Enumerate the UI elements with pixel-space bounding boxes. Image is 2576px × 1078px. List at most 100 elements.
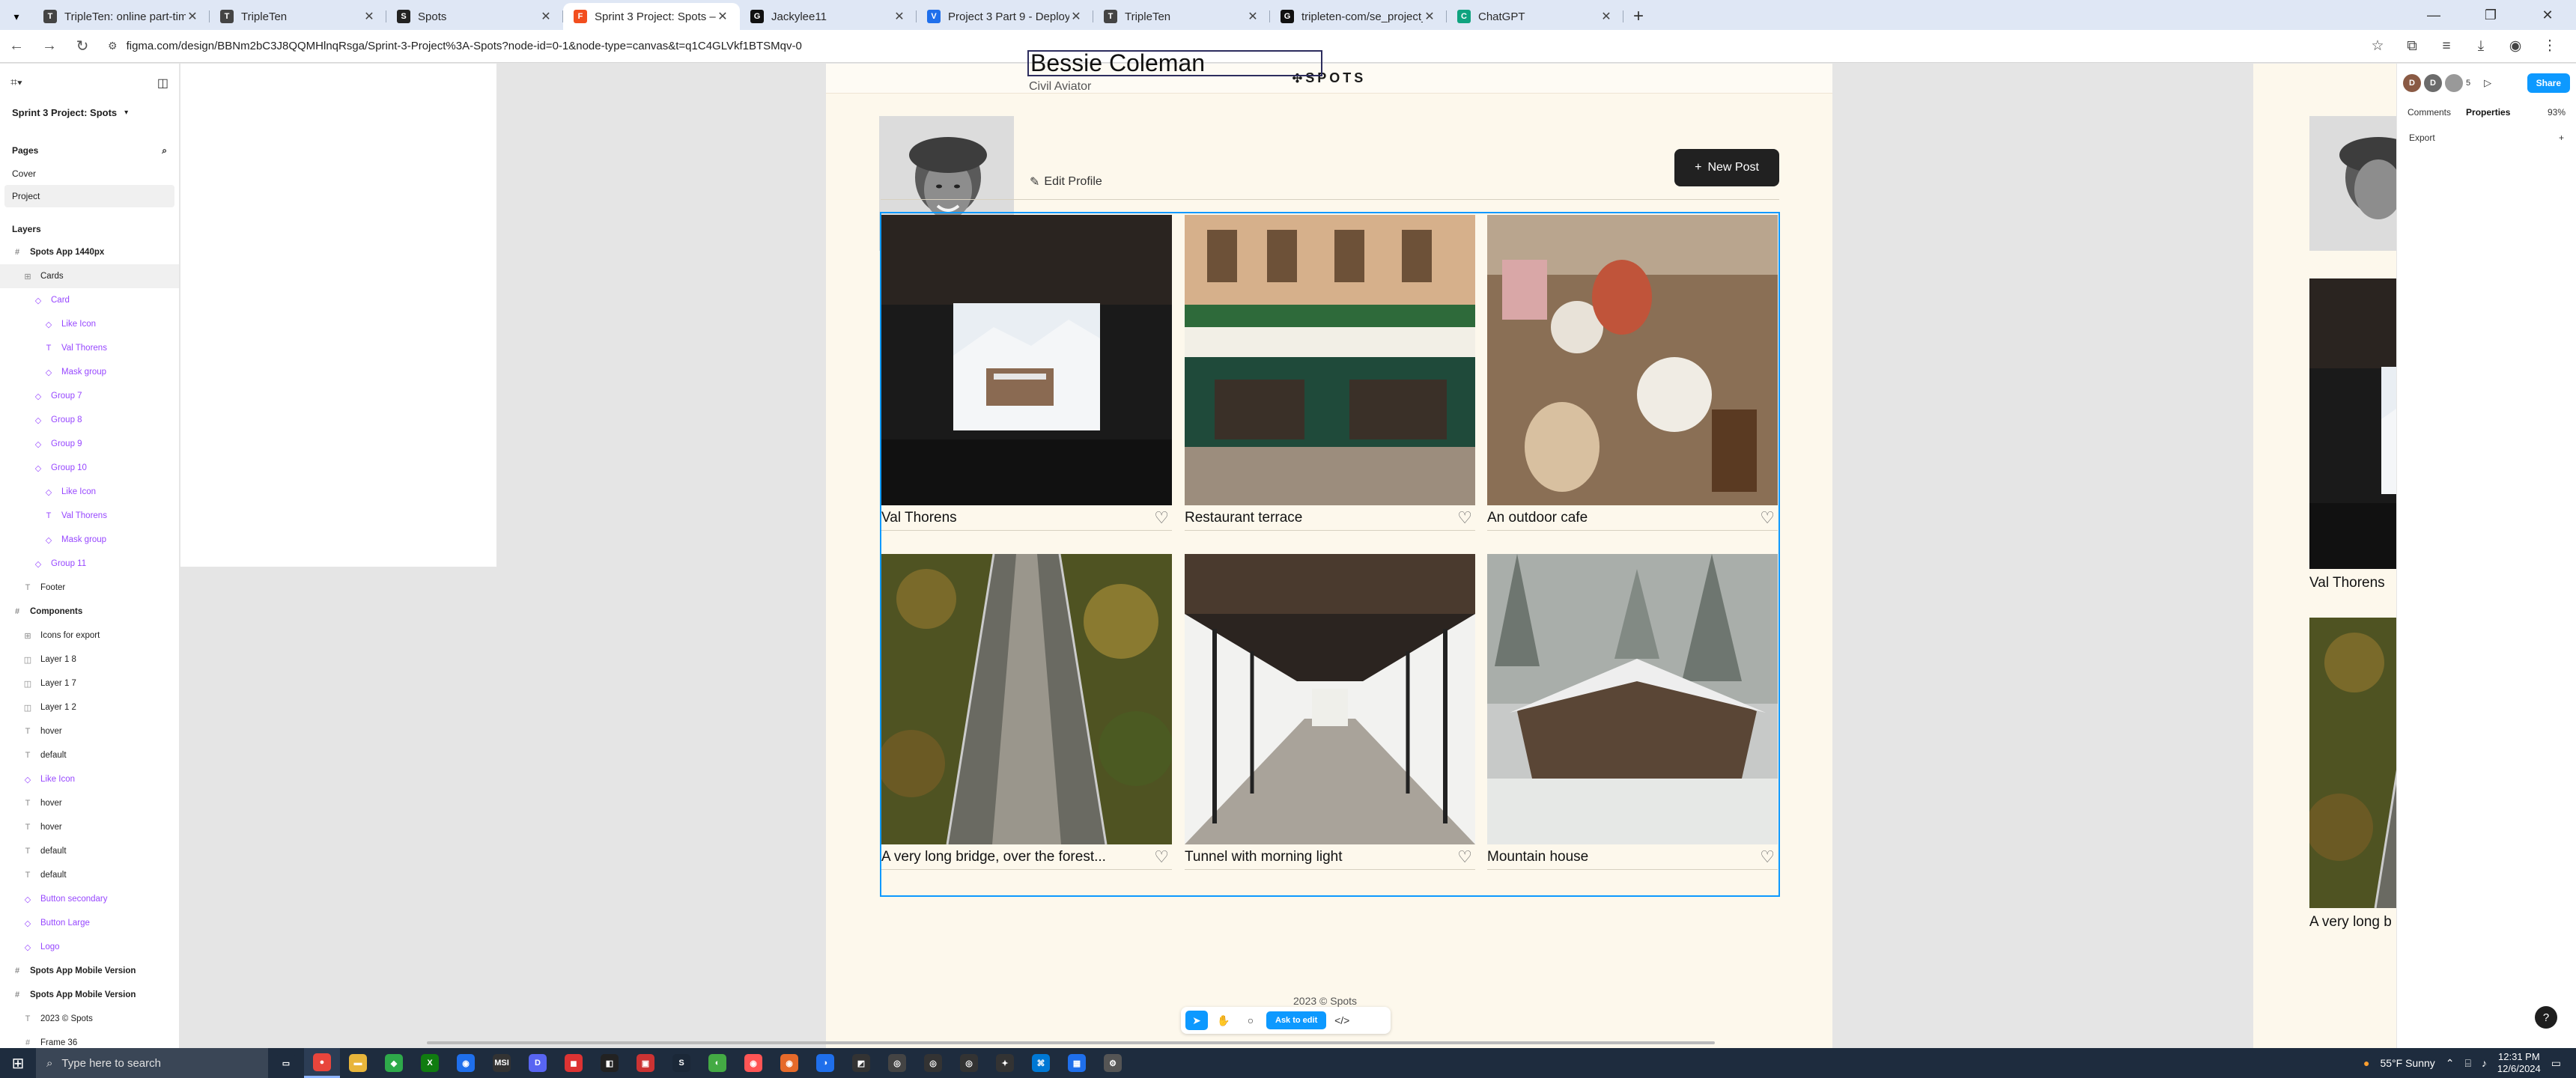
layer-item[interactable]: ⊞ Cards (0, 264, 179, 288)
app-icon-11[interactable]: ▣ (628, 1048, 663, 1078)
task-view-icon[interactable]: ▭ (268, 1048, 304, 1078)
user-count[interactable]: 5 (2466, 79, 2470, 88)
tab-close-icon[interactable]: ✕ (539, 9, 553, 24)
steam-icon[interactable]: S (663, 1048, 699, 1078)
frame2-card-image[interactable] (2309, 618, 2399, 908)
page-cover[interactable]: Cover (0, 162, 179, 185)
layer-item[interactable]: # Spots App 1440px (0, 240, 179, 264)
windows-start-icon[interactable]: ⊞ (0, 1048, 36, 1078)
app-icon-16[interactable]: ◑ (807, 1048, 843, 1078)
layer-item[interactable]: ⊞ Icons for export (0, 624, 179, 648)
extensions-icon[interactable]: ⧉ (2395, 38, 2429, 55)
panel-toggle-icon[interactable]: ◫ (157, 76, 168, 91)
chevron-down-icon[interactable]: ▾ (124, 109, 128, 117)
network-icon[interactable]: ⌸ (2465, 1057, 2471, 1070)
tab-close-icon[interactable]: ✕ (1069, 9, 1083, 24)
profile-name-textbox[interactable]: Bessie Coleman (1027, 50, 1322, 76)
user-avatar-2[interactable]: D (2424, 74, 2442, 92)
layer-item[interactable]: ◇ Group 7 (0, 384, 179, 408)
tab-close-icon[interactable]: ✕ (716, 9, 729, 24)
browser-tab[interactable]: T TripleTen: online part-time coding✕ (33, 3, 210, 30)
notifications-icon[interactable]: ▭ (2551, 1057, 2561, 1070)
forward-icon[interactable]: → (33, 30, 66, 63)
media-icon[interactable]: ≡ (2429, 38, 2464, 55)
layer-item[interactable]: Tdefault (0, 743, 179, 767)
help-button[interactable]: ? (2535, 1006, 2557, 1029)
layer-item[interactable]: ◫ Layer 1 2 (0, 695, 179, 719)
layer-item[interactable]: ◫ Layer 1 7 (0, 672, 179, 695)
layer-item[interactable]: ◇ Group 8 (0, 408, 179, 432)
new-tab-button[interactable]: + (1623, 3, 1653, 30)
weather-text[interactable]: 55°F Sunny (2380, 1057, 2434, 1069)
app-icon-10[interactable]: ◧ (592, 1048, 628, 1078)
clock[interactable]: 12:31 PM 12/6/2024 (2497, 1051, 2541, 1075)
app-icon-6[interactable]: ◉ (448, 1048, 484, 1078)
hand-tool-icon[interactable]: ✋ (1212, 1011, 1235, 1030)
new-post-button[interactable]: + New Post (1674, 149, 1779, 186)
layer-item[interactable]: # Spots App Mobile Version (0, 983, 179, 1007)
app-icon-18[interactable]: ◎ (879, 1048, 915, 1078)
page-project[interactable]: Project (4, 185, 174, 207)
layer-item[interactable]: ◇ Logo (0, 935, 179, 959)
app-icon-20[interactable]: ◎ (951, 1048, 987, 1078)
layer-item[interactable]: T Val Thorens (0, 336, 179, 360)
figma-menu-icon[interactable]: ⌗▾ (10, 76, 22, 90)
layer-item[interactable]: T Footer (0, 576, 179, 600)
tab-close-icon[interactable]: ✕ (893, 9, 906, 24)
volume-icon[interactable]: ♪ (2482, 1057, 2487, 1069)
minimize-icon[interactable]: — (2405, 0, 2462, 30)
app-icon-21[interactable]: ✦ (987, 1048, 1023, 1078)
settings-icon[interactable]: ⚙ (1095, 1048, 1131, 1078)
layer-item[interactable]: Thover (0, 719, 179, 743)
discord-icon[interactable]: D (520, 1048, 556, 1078)
app-green-icon[interactable]: ◆ (376, 1048, 412, 1078)
layer-item[interactable]: ◇ Button Large (0, 911, 179, 935)
browser-tab[interactable]: F Sprint 3 Project: Spots – Figma✕ (563, 3, 740, 30)
comment-tool-icon[interactable]: ○ (1239, 1011, 1262, 1030)
browser-tab[interactable]: C ChatGPT ✕ (1447, 3, 1623, 30)
layer-item[interactable]: ◇ Group 9 (0, 432, 179, 456)
app-icon-14[interactable]: ◉ (735, 1048, 771, 1078)
move-tool-icon[interactable]: ➤ (1185, 1011, 1208, 1030)
horizontal-scrollbar[interactable] (427, 1041, 1715, 1044)
layer-item[interactable]: ◇ Like Icon (0, 480, 179, 504)
close-window-icon[interactable]: ✕ (2519, 0, 2576, 30)
layer-item[interactable]: ◇ Mask group (0, 528, 179, 552)
layer-item[interactable]: # Components (0, 600, 179, 624)
tab-close-icon[interactable]: ✕ (1423, 9, 1436, 24)
layer-item[interactable]: Thover (0, 791, 179, 815)
layer-item[interactable]: ◇ Button secondary (0, 887, 179, 911)
browser-tab[interactable]: T TripleTen ✕ (210, 3, 386, 30)
browser-tab[interactable]: Gtripleten-com/se_project_spots✕ (1270, 3, 1447, 30)
browser-tab[interactable]: S Spots ✕ (386, 3, 563, 30)
layer-item[interactable]: Thover (0, 815, 179, 839)
layer-item[interactable]: ◇ Like Icon (0, 767, 179, 791)
share-button[interactable]: Share (2527, 73, 2570, 93)
restore-icon[interactable]: ❐ (2462, 0, 2519, 30)
ask-to-edit-button[interactable]: Ask to edit (1266, 1011, 1327, 1029)
app-icon-15[interactable]: ◉ (771, 1048, 807, 1078)
layer-item[interactable]: Tdefault (0, 863, 179, 887)
tab-properties[interactable]: Properties (2466, 107, 2510, 118)
vscode-icon[interactable]: ⌘ (1023, 1048, 1059, 1078)
xbox-icon[interactable]: X (412, 1048, 448, 1078)
present-icon[interactable]: ▷ (2484, 77, 2491, 89)
app-icon-19[interactable]: ◎ (915, 1048, 951, 1078)
tab-close-icon[interactable]: ✕ (362, 9, 376, 24)
layer-item[interactable]: T 2023 © Spots (0, 1007, 179, 1031)
frame2-card-image[interactable] (2309, 278, 2399, 569)
layer-item[interactable]: T Val Thorens (0, 504, 179, 528)
download-icon[interactable]: ⤓ (2464, 38, 2498, 55)
user-avatar-3[interactable] (2445, 74, 2463, 92)
app-icon-13[interactable]: ◐ (699, 1048, 735, 1078)
tab-close-icon[interactable]: ✕ (186, 9, 199, 24)
reload-icon[interactable]: ↻ (66, 30, 99, 63)
profile-icon[interactable]: ◉ (2498, 37, 2533, 55)
app-icon-17[interactable]: ◩ (843, 1048, 879, 1078)
browser-tab[interactable]: T TripleTen ✕ (1093, 3, 1270, 30)
file-title[interactable]: Sprint 3 Project: Spots ▾ (0, 103, 179, 123)
msi-icon[interactable]: MSI (484, 1048, 520, 1078)
layer-item[interactable]: # Spots App Mobile Version (0, 959, 179, 983)
layer-item[interactable]: ◇ Group 11 (0, 552, 179, 576)
tab-close-icon[interactable]: ✕ (1246, 9, 1260, 24)
